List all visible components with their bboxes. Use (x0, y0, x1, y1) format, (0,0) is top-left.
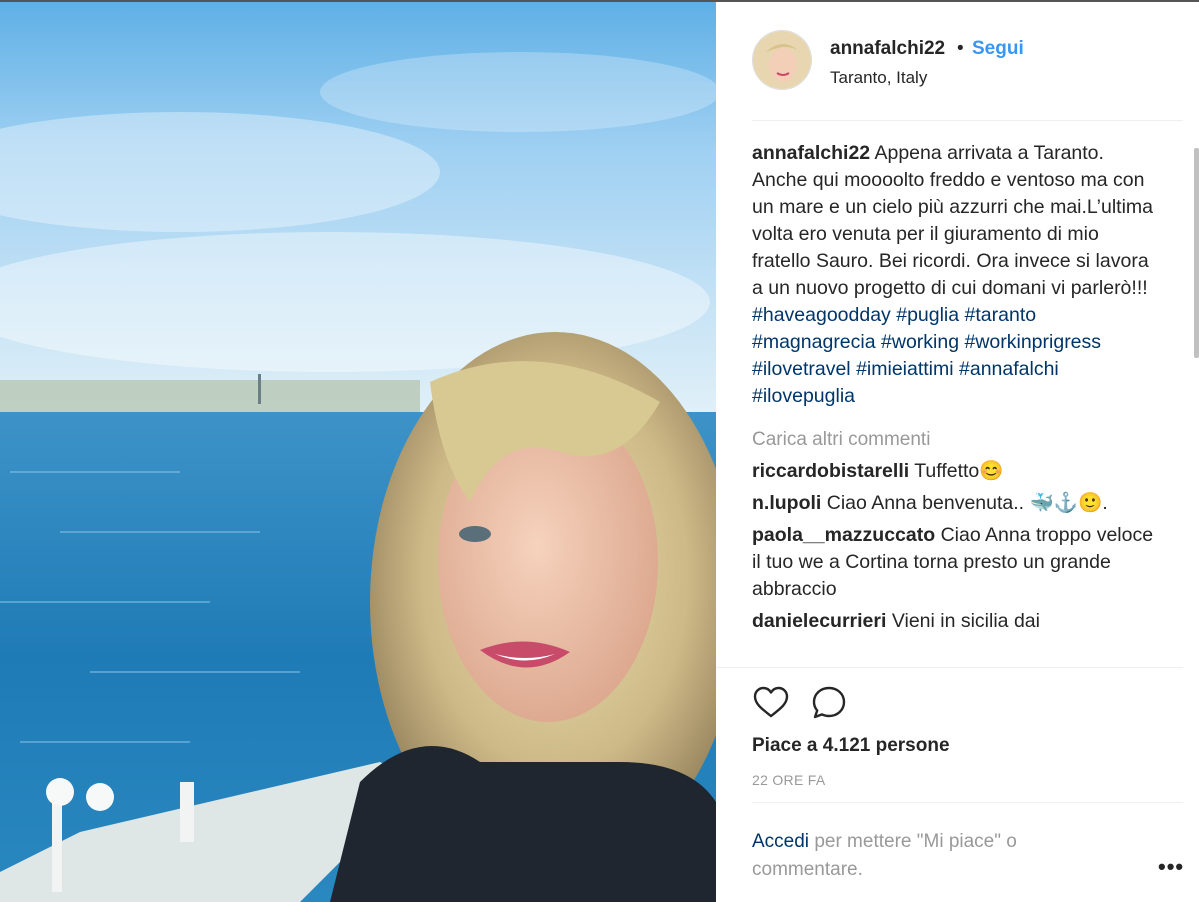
hashtag-link[interactable]: #workinprigress (964, 331, 1101, 353)
selfie-image (0, 2, 716, 902)
post-header: annafalchi22 • Segui Taranto, Italy (716, 2, 1199, 120)
divider (716, 667, 1183, 668)
more-options-icon[interactable]: ••• (1158, 854, 1184, 879)
comment-text: Tuffetto😊 (914, 460, 1004, 482)
heart-icon[interactable] (752, 684, 790, 722)
post-sidebar: annafalchi22 • Segui Taranto, Italy anna… (716, 2, 1199, 902)
comment-text: Ciao Anna benvenuta.. 🐳⚓🙂. (826, 492, 1108, 514)
location-link[interactable]: Taranto, Italy (830, 68, 927, 88)
hashtag-link[interactable]: #annafalchi (959, 358, 1059, 380)
scrollbar-thumb[interactable] (1194, 148, 1199, 358)
comment-username[interactable]: paola__mazzuccato (752, 524, 935, 546)
avatar-image (753, 31, 811, 89)
divider (752, 120, 1183, 121)
comment-icon[interactable] (810, 684, 848, 722)
caption: annafalchi22 Appena arrivata a Taranto. … (752, 140, 1162, 410)
hashtag-link[interactable]: #taranto (965, 304, 1037, 326)
comment-username[interactable]: danielecurrieri (752, 610, 886, 632)
avatar[interactable] (752, 30, 812, 90)
login-prompt: Accedi per mettere "Mi piace" o commenta… (752, 828, 1112, 884)
comment-item: paola__mazzuccato Ciao Anna troppo veloc… (752, 522, 1162, 603)
comment-username[interactable]: riccardobistarelli (752, 460, 909, 482)
hashtag-link[interactable]: #imieiattimi (856, 358, 954, 380)
comment-username[interactable]: n.lupoli (752, 492, 821, 514)
username-link[interactable]: annafalchi22 (830, 38, 945, 60)
comment-item: n.lupoli Ciao Anna benvenuta.. 🐳⚓🙂. (752, 490, 1162, 517)
comments-scrollbar[interactable] (1194, 148, 1199, 668)
hashtag-link[interactable]: #ilovetravel (752, 358, 851, 380)
separator-dot: • (957, 38, 964, 59)
comments-list[interactable]: annafalchi22 Appena arrivata a Taranto. … (752, 140, 1162, 668)
follow-button[interactable]: Segui (972, 38, 1024, 60)
comment-item: riccardobistarelli Tuffetto😊 (752, 458, 1162, 485)
post-timestamp[interactable]: 22 ORE FA (752, 772, 826, 788)
divider (752, 802, 1183, 803)
hashtag-link[interactable]: #working (881, 331, 959, 353)
hashtag-link[interactable]: #haveagoodday (752, 304, 891, 326)
load-more-comments-button[interactable]: Carica altri commenti (752, 426, 1162, 453)
likes-count[interactable]: Piace a 4.121 persone (752, 735, 950, 757)
caption-username[interactable]: annafalchi22 (752, 142, 870, 164)
login-link[interactable]: Accedi (752, 831, 809, 852)
comment-item: danielecurrieri Vieni in sicilia dai (752, 608, 1162, 635)
post-photo[interactable] (0, 2, 716, 902)
hashtag-link[interactable]: #ilovepuglia (752, 385, 855, 407)
comment-text: Vieni in sicilia dai (891, 610, 1040, 632)
hashtag-link[interactable]: #puglia (896, 304, 959, 326)
hashtag-link[interactable]: #magnagrecia (752, 331, 876, 353)
caption-text: Appena arrivata a Taranto. Anche qui moo… (752, 142, 1154, 299)
caption-hashtags: #haveagoodday #puglia #taranto #magnagre… (752, 304, 1101, 407)
